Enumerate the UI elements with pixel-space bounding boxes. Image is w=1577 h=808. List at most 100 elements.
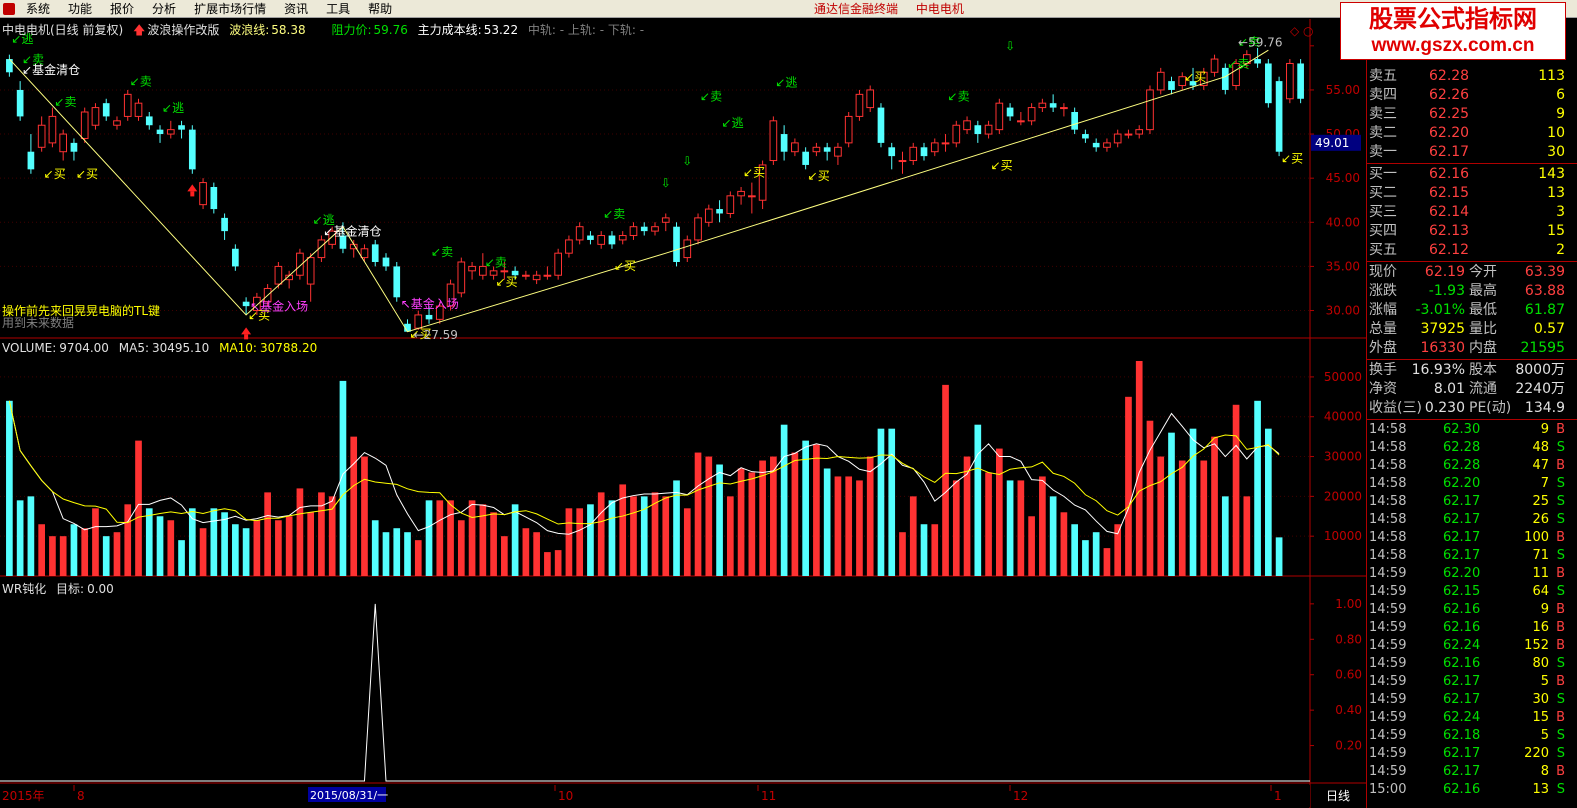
tick-time: 14:59 [1369,656,1407,671]
price-axis-label: 35.00 [1326,259,1360,273]
quote-value: -3.01% [1415,302,1465,318]
bid-row[interactable]: 买四 62.13 15 [1369,222,1565,241]
candle-body [59,133,68,153]
candle-body [716,209,723,214]
candle-body [1038,102,1047,109]
volume-bar [425,500,433,576]
quote-label: 内盘 [1469,340,1497,356]
wr-line [0,603,1310,782]
volume-bar [554,550,562,576]
wr-header: WR钝化 目标: 0.00 [2,580,120,597]
tick-side: B [1556,458,1565,473]
candle-body [232,248,239,267]
menu-item-0[interactable]: 系统 [26,1,50,17]
ask-row[interactable]: 卖四 62.26 6 [1369,86,1565,105]
candle-body [1221,67,1229,90]
app-logo-icon[interactable] [3,3,15,15]
tick-volume: 100 [1524,530,1549,545]
wr-axis-label: 0.80 [1335,632,1362,646]
candle-body [500,270,509,273]
volume-bar [457,520,465,576]
ask-row[interactable]: 卖二 62.20 10 [1369,124,1565,143]
candle-body [1297,63,1304,99]
orderbook-separator [1367,163,1577,164]
ask-price: 62.25 [1429,106,1470,122]
menu-item-6[interactable]: 工具 [326,1,350,17]
quote-value: -1.93 [1428,283,1465,299]
chart-area[interactable]: 6055.0050.0045.0040.0035.0030.0049.01↙逃↙… [0,19,1366,808]
candle-body [1027,107,1036,122]
tick-time: 14:59 [1369,638,1407,653]
tick-row: 14:58 62.17 71 S [1369,547,1565,565]
tick-side: B [1556,710,1565,725]
tick-row: 14:59 62.17 5 B [1369,673,1565,691]
candle-body [575,226,584,241]
bid-row[interactable]: 买五 62.12 2 [1369,241,1565,260]
menu-item-2[interactable]: 报价 [110,1,134,17]
volume-bar [264,492,271,576]
candle-body [748,195,756,198]
buy-arrow-icon [241,327,252,335]
tick-time: 14:59 [1369,728,1407,743]
wr-axis-label: 1.00 [1335,597,1362,611]
time-axis-month: 1 [1274,789,1282,803]
candle-body [565,239,573,254]
tick-side: B [1556,602,1565,617]
candle-body [780,134,788,152]
menu-item-3[interactable]: 分析 [152,1,176,17]
menu-item-4[interactable]: 扩展市场行情 [194,1,266,17]
candle-body [37,124,46,148]
tick-row: 15:00 62.16 13 S [1369,781,1565,799]
tick-row: 14:59 62.18 5 S [1369,727,1565,745]
tick-row: 14:59 62.24 15 B [1369,709,1565,727]
tick-price: 62.17 [1443,746,1481,761]
tick-side: S [1556,692,1565,707]
volume-bar [630,496,637,576]
candle-body [941,142,950,145]
quote-label: 外盘 [1369,340,1397,356]
kline-chart[interactable]: 6055.0050.0045.0040.0035.0030.0049.01↙逃↙… [0,19,1366,808]
period-label: 日线 [1326,789,1350,803]
menu-item-1[interactable]: 功能 [68,1,92,17]
tick-time: 14:59 [1369,566,1407,581]
bid-label: 买五 [1369,242,1397,258]
quote-label: 涨跌 [1369,283,1397,299]
candle-body [80,111,89,139]
candle-body [673,226,680,262]
candle-body [984,124,993,135]
candle-body [651,226,659,232]
menu-item-7[interactable]: 帮助 [368,1,392,17]
low-price-label: ←27.59 [414,328,458,342]
candle-body [726,195,735,214]
quote-label: 今开 [1469,264,1497,280]
tick-row: 14:59 62.16 9 B [1369,601,1565,619]
volume-bar [1221,496,1229,576]
buy-arrow-icon [187,184,198,192]
ask-row[interactable]: 卖五 62.28 113 [1369,67,1565,86]
ask-price: 62.20 [1429,125,1470,141]
tick-volume: 25 [1532,494,1549,509]
bid-row[interactable]: 买三 62.14 3 [1369,203,1565,222]
volume-bar [726,496,734,576]
quote-value: 21595 [1520,340,1565,356]
ask-volume: 10 [1547,125,1565,141]
menu-item-5[interactable]: 资讯 [284,1,308,17]
candle-body [1135,129,1144,135]
volume-axis-label: 40000 [1324,410,1362,424]
volume-bar [834,476,842,576]
signal-label-buy: ↙买 [808,169,830,183]
volume-bar [468,500,476,576]
tick-volume: 5 [1540,674,1549,689]
ask-price: 62.17 [1429,144,1470,160]
candle-body [963,120,971,131]
volume-bar [38,524,45,576]
ask-row[interactable]: 卖一 62.17 30 [1369,143,1565,162]
bid-row[interactable]: 买一 62.16 143 [1369,165,1565,184]
volume-bar [124,504,132,576]
ask-row[interactable]: 卖三 62.25 9 [1369,105,1565,124]
candle-body [629,226,638,237]
bid-row[interactable]: 买二 62.15 13 [1369,184,1565,203]
ask-label: 卖五 [1369,68,1397,84]
ask-volume: 9 [1556,106,1565,122]
candle-body [888,147,896,157]
